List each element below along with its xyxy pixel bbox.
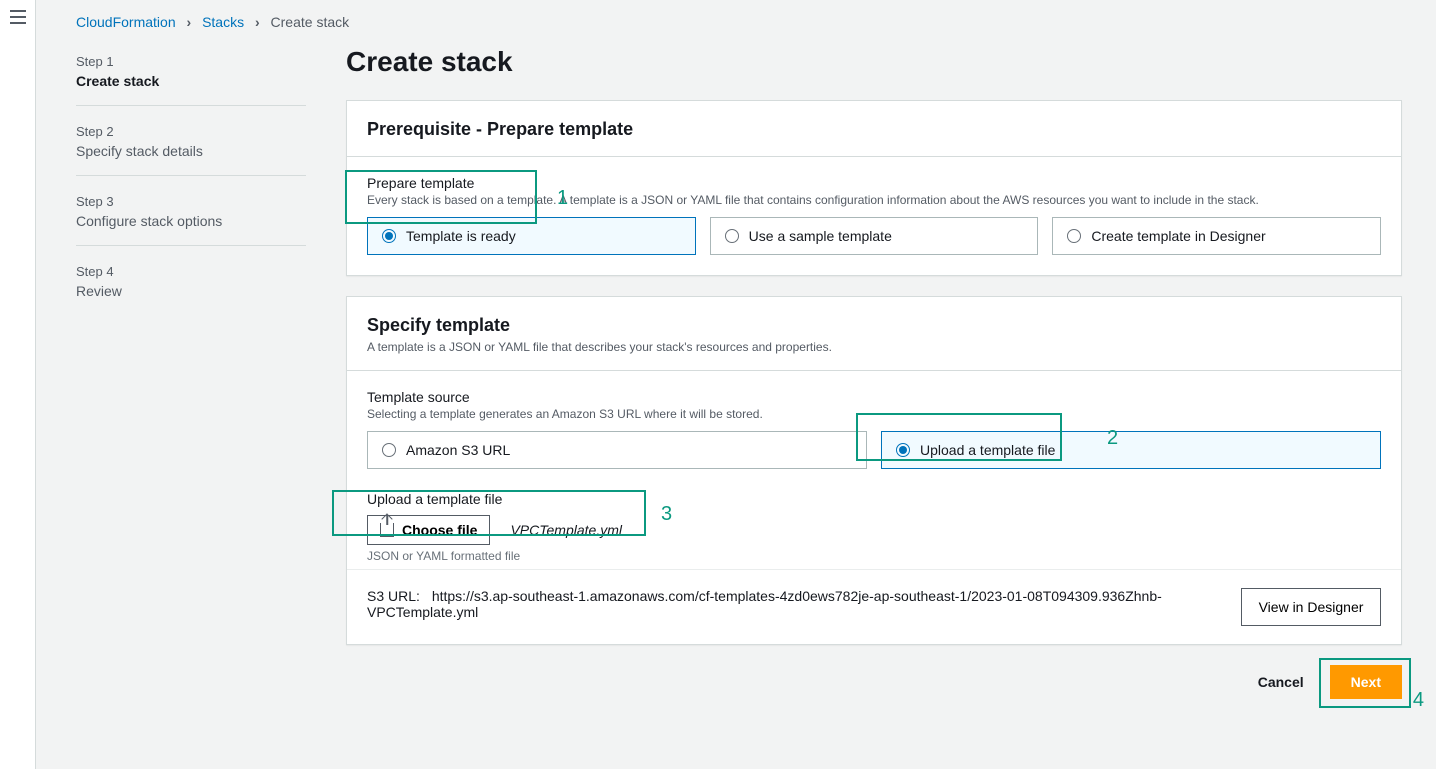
panel-prerequisite: Prerequisite - Prepare template Prepare … — [346, 100, 1402, 276]
wizard-step-3: Step 3 Configure stack options — [76, 186, 306, 246]
view-in-designer-button[interactable]: View in Designer — [1241, 588, 1381, 626]
s3-url-display: S3 URL: https://s3.ap-southeast-1.amazon… — [367, 588, 1227, 620]
radio-sample-template[interactable]: Use a sample template — [710, 217, 1039, 255]
cancel-button[interactable]: Cancel — [1244, 666, 1318, 698]
panel-specify-template: Specify template A template is a JSON or… — [346, 296, 1402, 645]
panel2-title: Specify template — [367, 315, 1381, 336]
chevron-right-icon: › — [255, 14, 260, 30]
radio-upload-file[interactable]: Upload a template file — [881, 431, 1381, 469]
breadcrumb: CloudFormation › Stacks › Create stack — [76, 14, 1402, 30]
wizard-step-1[interactable]: Step 1 Create stack — [76, 46, 306, 106]
wizard-nav: Step 1 Create stack Step 2 Specify stack… — [76, 46, 306, 699]
annotation-number-4: 4 — [1413, 689, 1424, 712]
wizard-step-4: Step 4 Review — [76, 256, 306, 315]
file-format-hint: JSON or YAML formatted file — [367, 549, 1381, 563]
radio-template-ready[interactable]: Template is ready — [367, 217, 696, 255]
radio-icon — [382, 229, 396, 243]
template-source-desc: Selecting a template generates an Amazon… — [367, 407, 1381, 421]
breadcrumb-stacks[interactable]: Stacks — [202, 14, 244, 30]
choose-file-button[interactable]: Choose file — [367, 515, 490, 545]
radio-icon — [382, 443, 396, 457]
radio-icon — [725, 229, 739, 243]
panel1-title: Prerequisite - Prepare template — [367, 119, 1381, 140]
wizard-step-2: Step 2 Specify stack details — [76, 116, 306, 176]
radio-s3-url[interactable]: Amazon S3 URL — [367, 431, 867, 469]
radio-create-designer[interactable]: Create template in Designer — [1052, 217, 1381, 255]
upload-file-label: Upload a template file — [367, 491, 1381, 507]
hamburger-menu-icon[interactable] — [10, 10, 26, 24]
chosen-file-name: VPCTemplate.yml — [510, 522, 622, 538]
prepare-template-desc: Every stack is based on a template. A te… — [367, 193, 1381, 207]
prepare-template-label: Prepare template — [367, 175, 1381, 191]
upload-icon — [380, 523, 394, 537]
template-source-label: Template source — [367, 389, 1381, 405]
breadcrumb-current: Create stack — [271, 14, 350, 30]
page-title: Create stack — [346, 46, 1402, 78]
radio-icon — [896, 443, 910, 457]
panel2-desc: A template is a JSON or YAML file that d… — [367, 340, 1381, 354]
radio-icon — [1067, 229, 1081, 243]
chevron-right-icon: › — [187, 14, 192, 30]
breadcrumb-root[interactable]: CloudFormation — [76, 14, 176, 30]
next-button[interactable]: Next — [1330, 665, 1402, 699]
